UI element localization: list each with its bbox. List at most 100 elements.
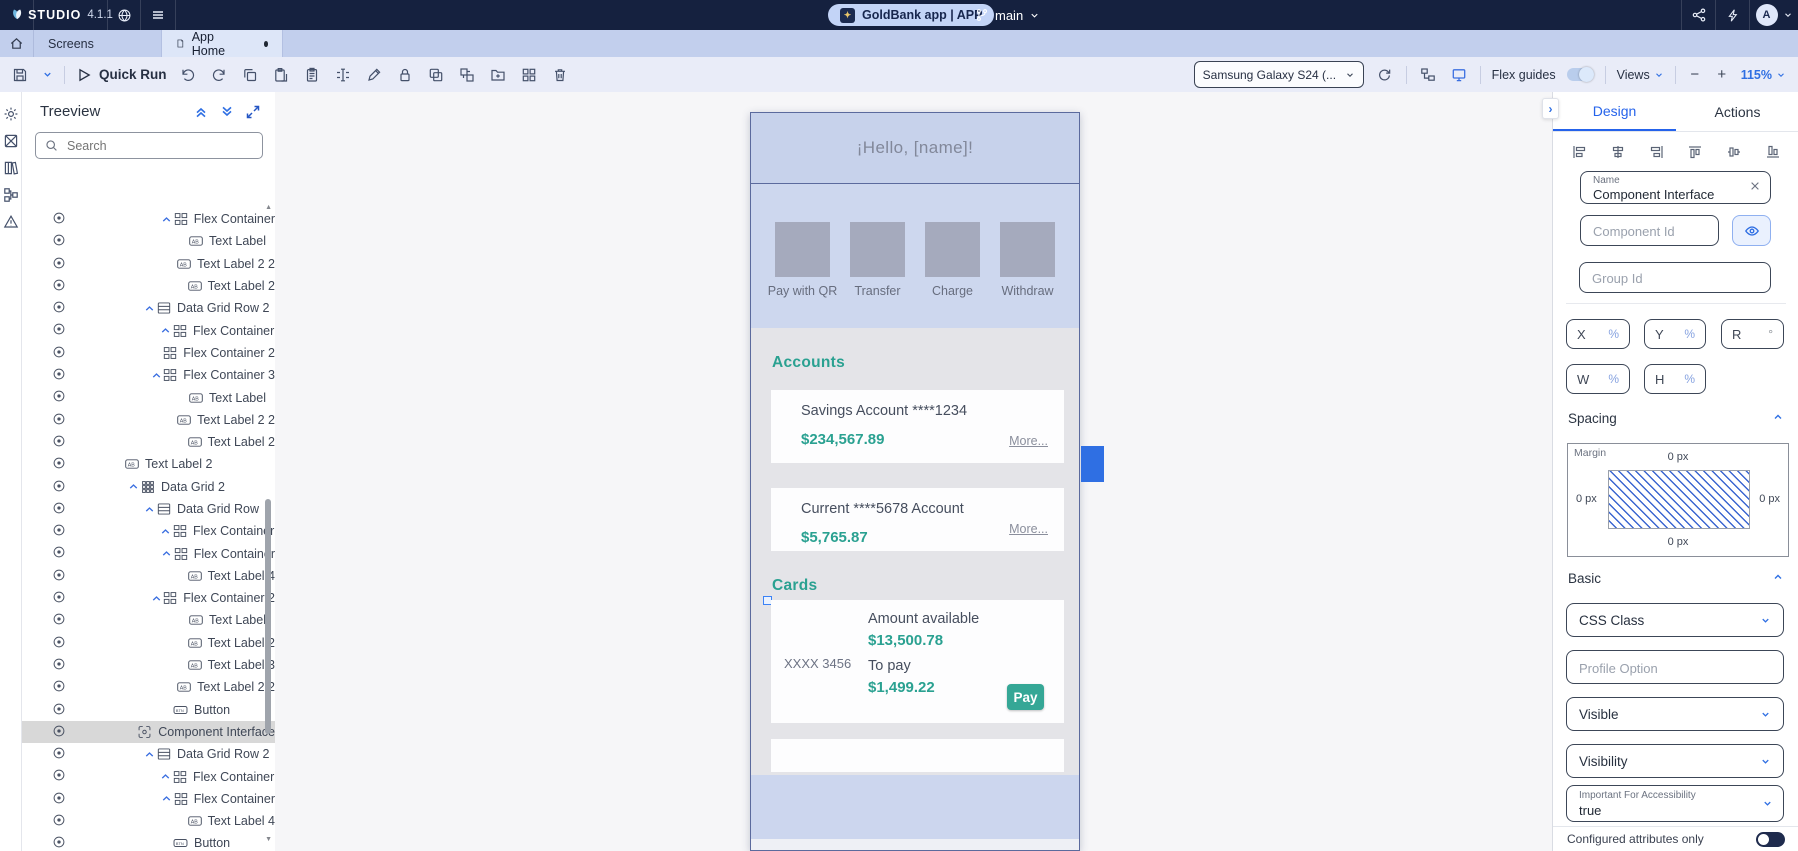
- collapse-basic-icon[interactable]: [1772, 571, 1784, 583]
- zoom-in-button[interactable]: +: [1714, 66, 1730, 83]
- views-menu[interactable]: Views: [1617, 68, 1664, 82]
- visibility-select[interactable]: Visibility: [1566, 744, 1784, 778]
- tab-actions[interactable]: Actions: [1676, 92, 1798, 131]
- align-bottom-button[interactable]: [1765, 144, 1781, 160]
- visibility-eye-icon[interactable]: [52, 568, 66, 582]
- visibility-eye-icon[interactable]: [52, 256, 66, 270]
- tree-row-text-label-2-2[interactable]: AB Text Label 2 2: [22, 409, 275, 431]
- folder-plus-button[interactable]: [488, 64, 508, 86]
- clear-name-icon[interactable]: [1749, 180, 1761, 192]
- y-field[interactable]: Y %: [1644, 319, 1706, 349]
- visibility-eye-icon[interactable]: [52, 367, 66, 381]
- visibility-eye-icon[interactable]: [52, 835, 66, 849]
- globe-button[interactable]: [108, 0, 141, 30]
- tree-row-text-label-3[interactable]: AB Text Label 3: [22, 654, 275, 676]
- quick-action-pay-with-qr[interactable]: Pay with QR: [765, 222, 840, 328]
- configured-attributes-toggle[interactable]: [1756, 832, 1785, 847]
- tree-row-label[interactable]: Button: [194, 703, 230, 717]
- visibility-eye-icon[interactable]: [52, 300, 66, 314]
- tree-row-text-label-2[interactable]: AB Text Label 2: [22, 453, 275, 475]
- quick-action-charge[interactable]: Charge: [915, 222, 990, 328]
- tree-row-text-label-2[interactable]: AB Text Label 2: [22, 632, 275, 654]
- collapse-all-button[interactable]: [193, 104, 209, 120]
- css-class-select[interactable]: CSS Class: [1566, 603, 1784, 637]
- clipboard-button[interactable]: [302, 64, 322, 86]
- tree-row-label[interactable]: Flex Container: [193, 770, 274, 784]
- pay-button[interactable]: Pay: [1007, 684, 1044, 710]
- tree-row-flex-container[interactable]: Flex Container: [22, 765, 275, 787]
- visibility-eye-icon[interactable]: [52, 322, 66, 336]
- project-switcher[interactable]: ✦ GoldBank app | APP: [828, 4, 994, 26]
- quick-run-button[interactable]: Quick Run: [76, 67, 167, 83]
- visibility-eye-icon[interactable]: [52, 813, 66, 827]
- account-menu[interactable]: A: [1749, 0, 1798, 30]
- tree-row-flex-container-3[interactable]: Flex Container 3: [22, 364, 275, 386]
- quick-action-image-placeholder[interactable]: [1000, 222, 1055, 277]
- profile-option-input[interactable]: [1577, 651, 1743, 685]
- home-button[interactable]: [0, 30, 34, 57]
- copy-button[interactable]: [240, 64, 260, 86]
- tree-row-label[interactable]: Flex Container: [193, 324, 274, 338]
- visibility-eye-icon[interactable]: [52, 657, 66, 671]
- visibility-eye-icon[interactable]: [52, 389, 66, 403]
- tree-row-label[interactable]: Text Label 2 2: [197, 413, 275, 427]
- preview-eye-button[interactable]: [1732, 215, 1771, 246]
- quick-action-image-placeholder[interactable]: [925, 222, 980, 277]
- layout-tree-button[interactable]: [1418, 64, 1438, 86]
- scroll-up-icon[interactable]: ▲: [265, 204, 272, 211]
- tree-row-component-interface[interactable]: Component Interface: [22, 721, 275, 743]
- tree-row-flex-container[interactable]: Flex Container: [22, 520, 275, 542]
- chevron-up-icon[interactable]: [125, 480, 141, 493]
- tree-row-label[interactable]: Flex Container: [193, 524, 274, 538]
- tree-row-label[interactable]: Component Interface: [158, 725, 275, 739]
- flex-guides-toggle[interactable]: [1567, 68, 1594, 81]
- tree-scrollbar[interactable]: [265, 499, 271, 734]
- library-button[interactable]: [3, 160, 19, 176]
- tab-screens[interactable]: Screens: [34, 30, 162, 57]
- chevron-up-icon[interactable]: [159, 792, 174, 805]
- tree-row-data-grid-2[interactable]: Data Grid 2: [22, 476, 275, 498]
- visibility-eye-icon[interactable]: [52, 724, 66, 738]
- accessibility-select[interactable]: Important For Accessibility true: [1566, 785, 1784, 822]
- chevron-up-icon[interactable]: [159, 547, 174, 560]
- r-field[interactable]: R °: [1721, 319, 1784, 349]
- content-section[interactable]: Accounts Savings Account ****1234 $234,5…: [751, 328, 1079, 775]
- tree-row-label[interactable]: Flex Container 2: [183, 346, 275, 360]
- tree-row-label[interactable]: Text Label 2 2: [197, 257, 275, 271]
- margin-bottom-value[interactable]: 0 px: [1568, 536, 1788, 548]
- ungroup-button[interactable]: [457, 64, 477, 86]
- settings-button[interactable]: [3, 106, 19, 122]
- chevron-up-icon[interactable]: [157, 770, 173, 783]
- tree-row-flex-container-2[interactable]: Flex Container 2: [22, 342, 275, 364]
- tree-row-data-grid-row-2[interactable]: Data Grid Row 2: [22, 743, 275, 765]
- margin-right-value[interactable]: 0 px: [1759, 493, 1780, 505]
- tab-design[interactable]: Design: [1553, 92, 1676, 131]
- device-select[interactable]: Samsung Galaxy S24 (...: [1194, 61, 1364, 88]
- design-canvas[interactable]: ¡Hello, [name]! Pay with QR Transfer Cha…: [275, 92, 1552, 851]
- branch-selector[interactable]: main: [975, 0, 1040, 30]
- save-menu-button[interactable]: [41, 64, 53, 86]
- account-more-link[interactable]: More...: [1009, 434, 1048, 448]
- chevron-up-icon[interactable]: [157, 324, 173, 337]
- bolt-button[interactable]: [1715, 0, 1749, 30]
- hierarchy-button[interactable]: [3, 187, 19, 203]
- tree-row-label[interactable]: Flex Container: [194, 212, 275, 226]
- visibility-eye-icon[interactable]: [52, 211, 66, 225]
- empty-card-widget[interactable]: [771, 739, 1064, 772]
- paste-button[interactable]: [271, 64, 291, 86]
- visibility-eye-icon[interactable]: [52, 702, 66, 716]
- tab-app-home[interactable]: App Home: [162, 30, 283, 57]
- lock-button[interactable]: [395, 64, 415, 86]
- app-header-widget[interactable]: ¡Hello, [name]!: [751, 113, 1079, 184]
- visible-select[interactable]: Visible: [1566, 697, 1784, 731]
- tree-row-data-grid-row-2[interactable]: Data Grid Row 2: [22, 297, 275, 319]
- group-button[interactable]: [426, 64, 446, 86]
- tree-row-label[interactable]: Data Grid Row 2: [177, 747, 269, 761]
- tree-row-text-label-4[interactable]: AB Text Label 4: [22, 810, 275, 832]
- tree-row-flex-container[interactable]: Flex Container: [22, 788, 275, 810]
- tree-row-button[interactable]: BTN Button: [22, 832, 275, 851]
- scroll-down-icon[interactable]: ▼: [265, 836, 272, 843]
- share-nodes-button[interactable]: [1681, 0, 1715, 30]
- tree-row-label[interactable]: Data Grid Row 2: [177, 301, 269, 315]
- tree-row-flex-container[interactable]: Flex Container: [22, 319, 275, 341]
